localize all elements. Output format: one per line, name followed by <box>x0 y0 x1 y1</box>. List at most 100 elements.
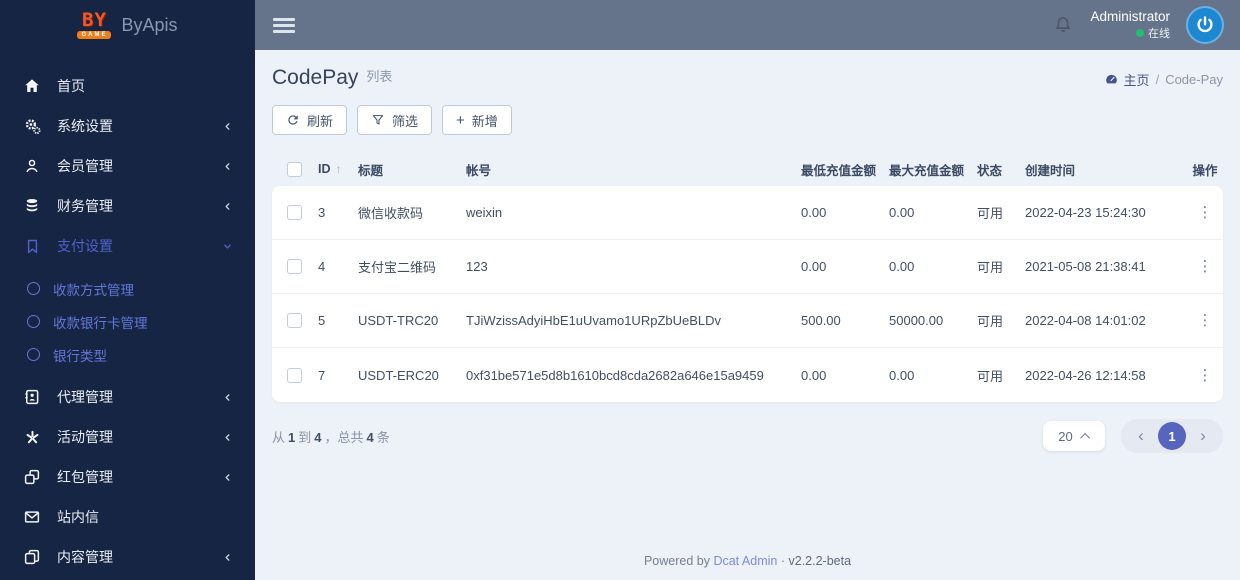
per-page-select[interactable]: 20 <box>1043 421 1105 451</box>
home-icon <box>22 76 42 96</box>
cell-min: 0.00 <box>801 367 827 383</box>
sidebar-item-label: 首页 <box>57 78 85 94</box>
sidebar-subitem-payment-methods[interactable]: 收款方式管理 <box>0 272 255 305</box>
filter-button[interactable]: 筛选 <box>357 105 433 135</box>
next-page-button[interactable]: › <box>1190 426 1216 446</box>
sidebar-item-system-settings[interactable]: 系统设置 <box>0 106 255 146</box>
sidebar-subitem-bank-cards[interactable]: 收款银行卡管理 <box>0 305 255 338</box>
cell-account: TJiWzissAdyiHbE1uUvamo1URpZbUeBLDv <box>466 313 722 328</box>
cell-min: 500.00 <box>801 313 841 328</box>
header-min-amount: 最低充值金额 <box>801 163 877 178</box>
sidebar-item-agent-management[interactable]: 代理管理 <box>0 377 255 417</box>
row-actions-menu-icon[interactable]: ⋮ <box>1198 258 1213 275</box>
chevron-left-icon <box>221 430 235 444</box>
table-body-panel: 3 微信收款码 weixin 0.00 0.00 可用 2022-04-23 1… <box>272 186 1223 402</box>
cell-min: 0.00 <box>801 259 827 274</box>
page-head: CodePay 列表 主页 / Code-Pay <box>272 66 1223 90</box>
breadcrumb-current: Code-Pay <box>1165 72 1223 87</box>
breadcrumb-home-label: 主页 <box>1123 73 1150 88</box>
app-window: BY GAME ByApis 首页 系统设置 会员管理 财务管理 支付设置 收款… <box>0 0 1240 580</box>
dashboard-gauge-icon <box>1104 72 1119 87</box>
breadcrumb-home-link[interactable]: 主页 <box>1104 70 1150 89</box>
hamburger-menu-icon[interactable] <box>273 17 295 33</box>
sidebar-item-finance-management[interactable]: 财务管理 <box>0 186 255 226</box>
envelope-icon <box>22 507 42 527</box>
header-status: 状态 <box>977 163 1003 178</box>
sidebar: BY GAME ByApis 首页 系统设置 会员管理 财务管理 支付设置 收款… <box>0 0 255 580</box>
user-icon <box>22 156 42 176</box>
database-icon <box>22 196 42 216</box>
payment-settings-submenu: 收款方式管理 收款银行卡管理 银行类型 <box>0 266 255 377</box>
table-row: 3 微信收款码 weixin 0.00 0.00 可用 2022-04-23 1… <box>272 186 1223 240</box>
filter-label: 筛选 <box>392 113 419 129</box>
bell-icon[interactable] <box>1052 14 1074 36</box>
table-header-row: ID ↑ 标题 帐号 最低充值金额 最大充值金额 状态 创建时间 操作 <box>272 152 1223 186</box>
chevron-left-icon <box>221 550 235 564</box>
header-title: 标题 <box>358 163 384 178</box>
row-actions-menu-icon[interactable]: ⋮ <box>1198 204 1213 221</box>
cell-status: 可用 <box>977 260 1004 275</box>
cell-id: 3 <box>318 205 326 220</box>
row-checkbox[interactable] <box>287 313 302 328</box>
cell-created: 2021-05-08 21:38:41 <box>1025 259 1146 274</box>
page-title: CodePay <box>272 66 359 89</box>
sort-asc-icon[interactable]: ↑ <box>336 162 342 176</box>
toolbar: 刷新 筛选 + 新增 <box>272 105 1223 135</box>
header-account: 帐号 <box>466 163 492 178</box>
address-book-icon <box>22 387 42 407</box>
cell-id: 5 <box>318 313 326 328</box>
cell-title: USDT-ERC20 <box>358 367 439 383</box>
sidebar-subitem-bank-types[interactable]: 银行类型 <box>0 338 255 371</box>
row-actions-menu-icon[interactable]: ⋮ <box>1198 312 1213 329</box>
sidebar-subitem-label: 收款方式管理 <box>53 282 134 298</box>
online-status-dot-icon <box>1136 29 1144 37</box>
refresh-icon <box>286 113 300 127</box>
chevron-up-icon <box>1079 432 1090 443</box>
header-created: 创建时间 <box>1025 163 1076 178</box>
row-checkbox[interactable] <box>287 367 302 383</box>
cell-max: 0.00 <box>889 259 915 274</box>
dcat-admin-link[interactable]: Dcat Admin <box>713 554 777 568</box>
header-id: ID ↑ <box>318 162 358 176</box>
filter-funnel-icon <box>371 113 385 127</box>
sidebar-item-label: 活动管理 <box>57 429 113 445</box>
header-actions: 操作 <box>1192 163 1218 178</box>
prev-page-button[interactable]: ‹ <box>1128 426 1154 446</box>
sidebar-item-site-messages[interactable]: 站内信 <box>0 497 255 537</box>
table-row: 7 USDT-ERC20 0xf31be571e5d8b1610bcd8cda2… <box>272 348 1223 402</box>
avatar[interactable] <box>1186 6 1224 44</box>
select-all-checkbox[interactable] <box>287 161 302 177</box>
footer-dot: · <box>780 554 786 568</box>
topbar: Administrator 在线 <box>255 0 1240 50</box>
power-icon <box>1194 14 1216 36</box>
breadcrumb: 主页 / Code-Pay <box>1104 66 1223 89</box>
sidebar-item-content-management[interactable]: 内容管理 <box>0 537 255 577</box>
cell-max: 50000.00 <box>889 313 944 328</box>
copy-icon <box>22 547 42 567</box>
current-page-button[interactable]: 1 <box>1158 422 1186 450</box>
cell-max: 0.00 <box>889 205 915 220</box>
create-label: 新增 <box>471 113 498 129</box>
user-menu[interactable]: Administrator 在线 <box>1090 9 1170 41</box>
row-checkbox[interactable] <box>287 259 302 274</box>
sidebar-item-label: 代理管理 <box>57 389 113 405</box>
sidebar-item-payment-settings[interactable]: 支付设置 <box>0 226 255 266</box>
sidebar-item-home[interactable]: 首页 <box>0 66 255 106</box>
cell-min: 0.00 <box>801 205 827 220</box>
circle-icon <box>27 282 40 295</box>
refresh-button[interactable]: 刷新 <box>272 105 348 135</box>
powered-by-text: Powered by <box>643 554 710 568</box>
row-checkbox[interactable] <box>287 205 302 220</box>
create-button[interactable]: + 新增 <box>442 105 512 135</box>
sidebar-item-member-management[interactable]: 会员管理 <box>0 146 255 186</box>
header-max-amount: 最大充值金额 <box>889 163 965 178</box>
sidebar-item-activity-management[interactable]: 活动管理 <box>0 417 255 457</box>
row-actions-menu-icon[interactable]: ⋮ <box>1198 367 1213 384</box>
cell-title: 支付宝二维码 <box>358 260 437 275</box>
sidebar-item-red-packet-management[interactable]: 红包管理 <box>0 457 255 497</box>
cell-id: 7 <box>318 367 326 383</box>
brand-name: ByApis <box>121 14 178 35</box>
chevron-left-icon <box>221 390 235 404</box>
brand-logo[interactable]: BY GAME ByApis <box>0 0 255 50</box>
content-area: CodePay 列表 主页 / Code-Pay 刷新 筛选 + 新增 ID ↑… <box>255 50 1240 580</box>
